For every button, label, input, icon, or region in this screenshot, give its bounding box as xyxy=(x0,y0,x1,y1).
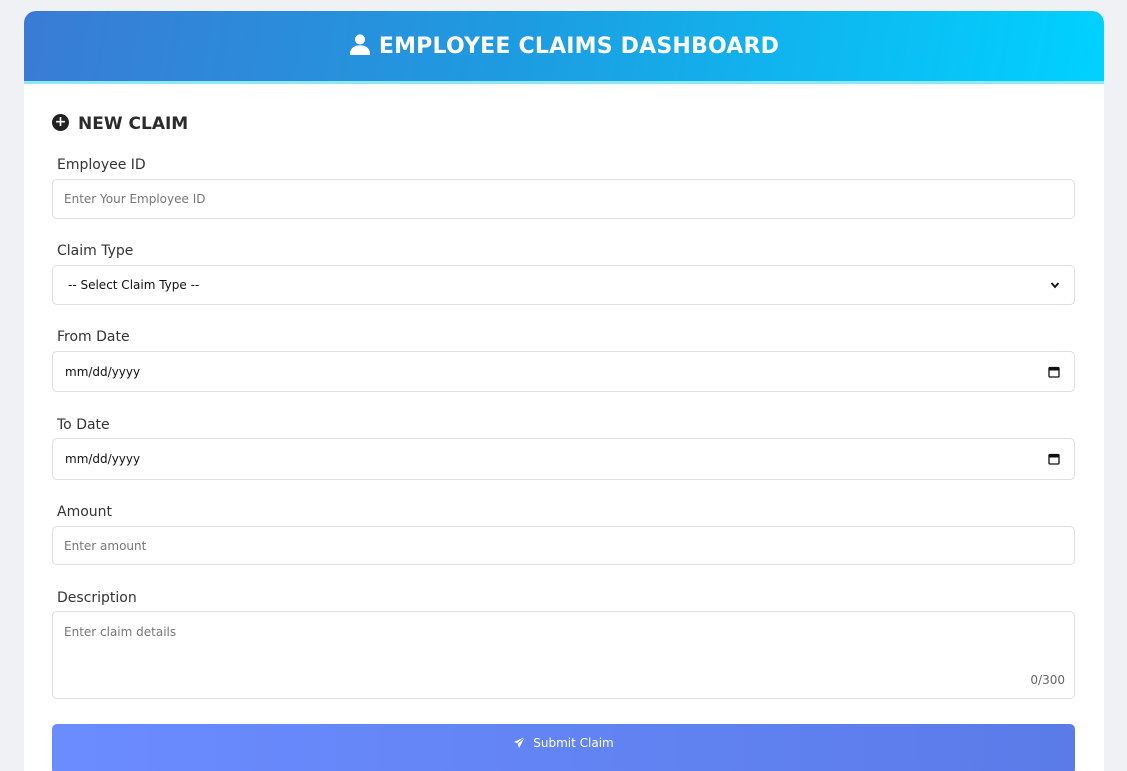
to-date-value: mm/dd/yyyy xyxy=(65,452,141,466)
description-placeholder: Enter claim details xyxy=(64,625,177,639)
claim-type-select[interactable]: -- Select Claim Type -- xyxy=(52,265,1075,305)
chevron-down-icon xyxy=(1050,282,1060,289)
to-date-label: To Date xyxy=(57,417,110,433)
new-claim-heading: + NEW CLAIM xyxy=(52,113,189,134)
employee-id-placeholder: Enter Your Employee ID xyxy=(64,192,206,206)
from-date-value: mm/dd/yyyy xyxy=(65,364,141,379)
from-date-label: From Date xyxy=(57,329,130,345)
claim-type-label: Claim Type xyxy=(57,243,134,259)
description-textarea[interactable]: Enter claim details 0/300 xyxy=(52,611,1075,699)
section-title: NEW CLAIM xyxy=(78,114,189,134)
employee-id-input[interactable]: Enter Your Employee ID xyxy=(52,179,1075,219)
amount-placeholder: Enter amount xyxy=(64,538,147,553)
dashboard-header: EMPLOYEE CLAIMS DASHBOARD xyxy=(24,11,1104,84)
amount-input[interactable]: Enter amount xyxy=(52,526,1075,565)
calendar-icon[interactable] xyxy=(1048,366,1060,378)
plus-circle-icon: + xyxy=(52,113,69,131)
employee-id-label: Employee ID xyxy=(57,157,146,173)
description-label: Description xyxy=(57,590,137,606)
to-date-input[interactable]: mm/dd/yyyy xyxy=(52,438,1075,480)
character-counter: 0/300 xyxy=(1030,673,1065,687)
amount-label: Amount xyxy=(57,504,113,520)
page-title: EMPLOYEE CLAIMS DASHBOARD xyxy=(378,33,780,59)
calendar-icon[interactable] xyxy=(1048,453,1060,465)
paper-plane-icon xyxy=(514,736,526,749)
submit-label: Submit Claim xyxy=(533,736,614,750)
from-date-input[interactable]: mm/dd/yyyy xyxy=(52,351,1075,392)
user-icon xyxy=(349,34,370,55)
submit-claim-button[interactable]: Submit Claim xyxy=(52,724,1075,771)
claims-card: EMPLOYEE CLAIMS DASHBOARD + NEW CLAIM Em… xyxy=(24,11,1104,771)
claim-type-selected: -- Select Claim Type -- xyxy=(68,278,200,292)
